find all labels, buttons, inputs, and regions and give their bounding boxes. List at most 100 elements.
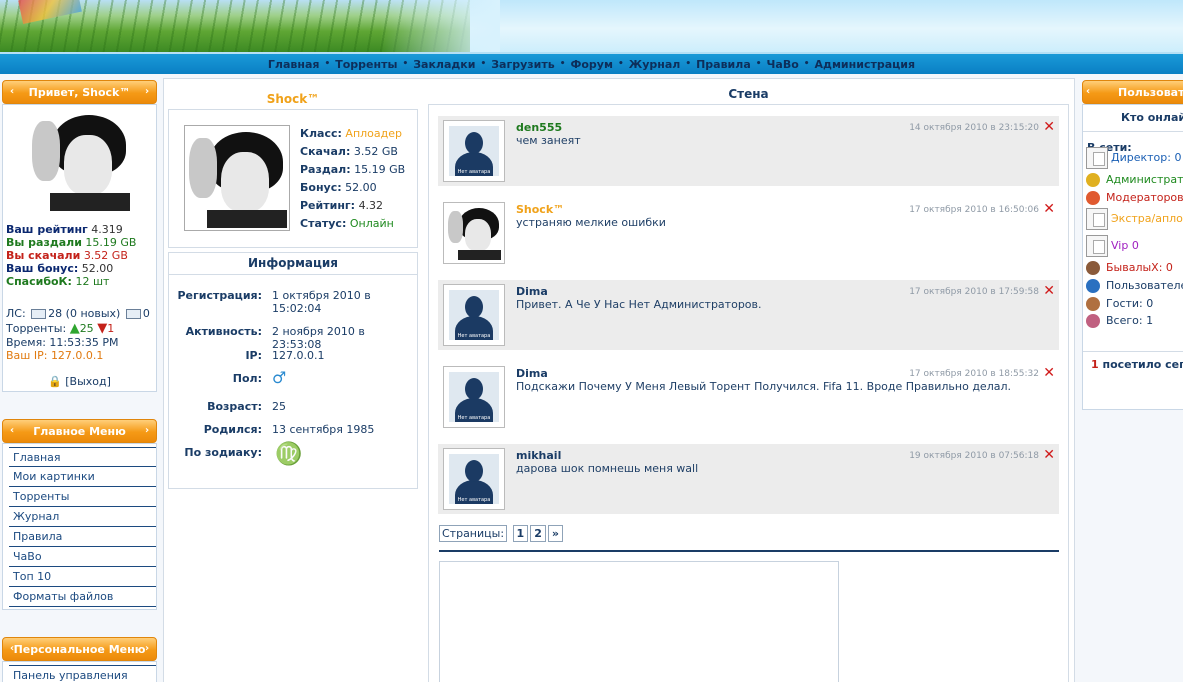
online-row[interactable]: Директор: 0	[1086, 147, 1181, 169]
info-title: Информация	[248, 256, 338, 270]
registration-value: 1 октября 2010 в 15:02:04	[272, 289, 371, 315]
uploaded-label: Вы раздали	[6, 236, 82, 249]
wall-comment-input[interactable]	[439, 561, 839, 682]
online-row-label: Всего: 1	[1106, 314, 1154, 327]
online-row[interactable]: БывалыХ: 0	[1086, 258, 1173, 278]
online-row-label: Пользователе	[1106, 279, 1183, 292]
class-label: Класс:	[300, 127, 342, 140]
pager-page-2[interactable]: »	[547, 525, 563, 542]
online-row[interactable]: Пользователе	[1086, 276, 1183, 296]
wall-post: Shock™ устраняю мелкие ошибки 17 октября 2…	[438, 198, 1059, 268]
pm-label: ЛС:	[6, 307, 26, 320]
online-row[interactable]: Всего: 1	[1086, 311, 1153, 331]
user-block-header: ‹ Привет, Shock™ ›	[2, 80, 157, 104]
post-author[interactable]: mikhail	[516, 449, 561, 462]
male-icon: ♂	[272, 368, 287, 387]
main-menu-item-5[interactable]: ЧаВо	[9, 547, 156, 567]
post-author[interactable]: Shock™	[516, 203, 564, 216]
wall-post: Нет аватара Dima Привет. А Че У Нас Нет Ад…	[438, 280, 1059, 350]
nav-item-2[interactable]: Закладки	[410, 58, 478, 71]
pager-label: Страницы:	[439, 525, 508, 542]
top-navigation: Главная • Торренты • Закладки • Загрузить • Фору…	[0, 52, 1183, 74]
nav-item-3[interactable]: Загрузить	[488, 58, 557, 71]
nav-item-7[interactable]: ЧаВо	[764, 58, 802, 71]
time-value: 11:53:35 PM	[49, 336, 119, 349]
bonus-label: Бонус:	[300, 181, 342, 194]
pm-inbox-count[interactable]: 28 (0 новых)	[48, 307, 120, 320]
post-author[interactable]: Dima	[516, 367, 548, 380]
user-block: Ваш рейтинг 4.319 Вы раздали 15.19 GB Вы…	[2, 104, 157, 392]
nav-separator: •	[617, 59, 624, 69]
users-block-title: Пользовате	[1118, 86, 1183, 99]
no-avatar-text: Нет аватара	[457, 415, 491, 421]
personal-menu-item-0[interactable]: Панель управления	[9, 665, 156, 682]
online-row[interactable]: Модераторов	[1086, 188, 1183, 208]
online-row[interactable]: Экстра/аплод	[1086, 208, 1183, 230]
main-menu-item-2[interactable]: Торренты	[9, 487, 156, 507]
wall-post: Нет аватара Dima Подскажи Почему У Меня Ле…	[438, 362, 1059, 432]
main-menu-item-4[interactable]: Правила	[9, 527, 156, 547]
inbox-envelope-icon[interactable]	[31, 309, 47, 319]
birthdate-value: 13 сентября 1985	[272, 423, 375, 436]
no-avatar-icon[interactable]: Нет аватара	[443, 366, 505, 428]
group-icon	[1086, 314, 1100, 328]
main-menu: Главная Мои картинки Торренты Журнал Правила…	[2, 443, 157, 610]
personal-menu-header: ‹ Персональное Меню ›	[2, 637, 157, 661]
post-avatar[interactable]	[443, 202, 505, 264]
chevron-left-icon: ‹	[1086, 86, 1091, 97]
pager-page-0[interactable]: 1	[512, 525, 529, 542]
delete-icon[interactable]: ✕	[1043, 283, 1055, 299]
delete-icon[interactable]: ✕	[1043, 447, 1055, 463]
status-label: Статус:	[300, 217, 347, 230]
wall-title: Стена	[728, 87, 769, 101]
registration-label: Регистрация:	[177, 289, 263, 302]
logout-link[interactable]: [Выход]	[65, 375, 111, 388]
downloaded-label: Скачал:	[300, 145, 351, 158]
nav-separator: •	[480, 59, 487, 69]
main-menu-item-7[interactable]: Форматы файлов	[9, 587, 156, 607]
pager-page-1[interactable]: 2	[530, 525, 546, 542]
pm-outbox-count[interactable]: 0	[143, 307, 150, 320]
info-panel: Информация Регистрация: 1 октября 2010 в…	[168, 252, 418, 489]
delete-icon[interactable]: ✕	[1043, 201, 1055, 217]
nav-item-4[interactable]: Форум	[567, 58, 616, 71]
main-menu-item-3[interactable]: Журнал	[9, 507, 156, 527]
nav-separator: •	[685, 59, 692, 69]
no-avatar-icon[interactable]: Нет аватара	[443, 120, 505, 182]
zodiac-label: По зодиаку:	[184, 446, 262, 459]
veteran-icon	[1086, 261, 1100, 275]
online-row-label: БывалыХ:	[1106, 261, 1163, 274]
nav-item-5[interactable]: Журнал	[626, 58, 684, 71]
nav-item-0[interactable]: Главная	[265, 58, 323, 71]
nav-item-1[interactable]: Торренты	[332, 58, 400, 71]
rating-label: Рейтинг:	[300, 199, 356, 212]
user-avatar[interactable]	[30, 111, 130, 211]
nav-item-8[interactable]: Администрация	[812, 58, 919, 71]
online-row-label: Гости: 0	[1106, 297, 1154, 310]
pager: Страницы: 1 2»	[439, 525, 563, 542]
extra-uploader-icon	[1086, 208, 1108, 230]
guest-icon	[1086, 297, 1100, 311]
post-message: устраняю мелкие ошибки	[516, 216, 666, 229]
online-row[interactable]: Администрато	[1086, 170, 1183, 190]
post-author[interactable]: den555	[516, 121, 562, 134]
no-avatar-text: Нет аватара	[457, 169, 491, 175]
main-menu-item-1[interactable]: Мои картинки	[9, 467, 156, 487]
delete-icon[interactable]: ✕	[1043, 119, 1055, 135]
main-menu-item-0[interactable]: Главная	[9, 447, 156, 467]
no-avatar-icon[interactable]: Нет аватара	[443, 448, 505, 510]
post-author[interactable]: Dima	[516, 285, 548, 298]
visited-text: посетило сего	[1102, 358, 1183, 371]
delete-icon[interactable]: ✕	[1043, 365, 1055, 381]
nav-separator: •	[559, 59, 566, 69]
activity-label: Активность:	[185, 325, 262, 338]
no-avatar-icon[interactable]: Нет аватара	[443, 284, 505, 346]
online-row[interactable]: Vip 0	[1086, 235, 1139, 257]
nav-item-6[interactable]: Правила	[693, 58, 754, 71]
chevron-right-icon: ›	[144, 643, 150, 654]
outbox-envelope-icon[interactable]	[125, 309, 141, 319]
main-menu-item-6[interactable]: Топ 10	[9, 567, 156, 587]
status-value: Онлайн	[349, 217, 394, 230]
director-icon	[1086, 147, 1108, 169]
bonus-value: 52.00	[345, 181, 377, 194]
